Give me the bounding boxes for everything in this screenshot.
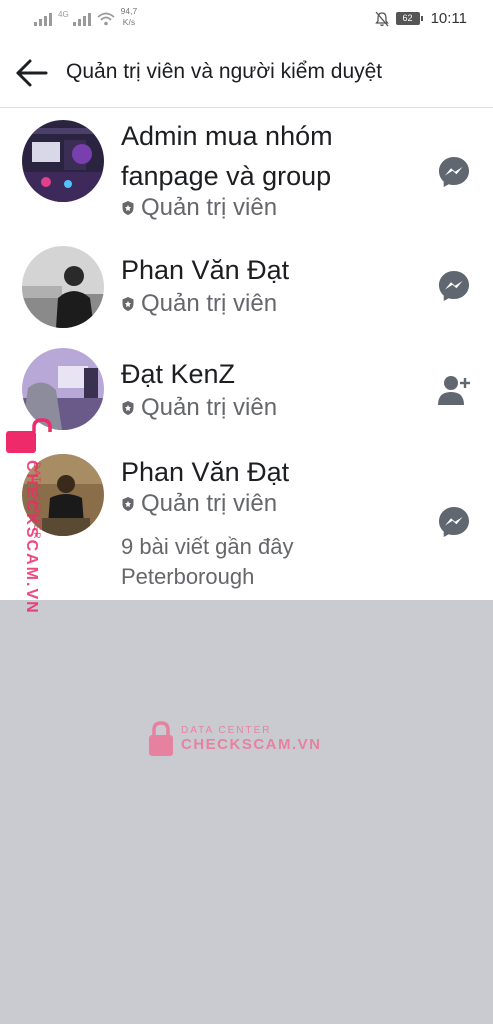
member-row[interactable]: Phan Văn Đạt Quản trị viên [0,232,493,332]
add-friend-icon [438,376,470,405]
messenger-button[interactable] [436,268,472,304]
member-row[interactable]: Admin mua nhóm fanpage và group Quản trị… [0,108,493,232]
side-watermark-small-text: DATA CENTER [32,462,42,541]
lock-icon [149,721,173,756]
mute-bell-icon [374,11,389,26]
member-row[interactable]: Đạt KenZ Quản trị viên [0,332,493,436]
signal-icon-2 [72,12,91,26]
watermark-big-text: CHECKSCAM.VN [181,736,322,753]
member-role: Quản trị viên [121,490,277,518]
signal-label: 4G [58,10,69,19]
member-row[interactable]: Phan Văn Đạt Quản trị viên 9 bài viết gầ… [0,436,493,600]
messenger-button[interactable] [436,504,472,540]
watermark: DATA CENTER CHECKSCAM.VN [147,720,322,758]
status-bar: 4G 94,7 K/s 62 10:11 [0,0,493,38]
avatar[interactable] [22,246,104,328]
page-title: Quản trị viên và người kiểm duyệt [66,60,383,83]
watermark-small-text: DATA CENTER [181,725,272,736]
member-recent-posts: 9 bài viết gần đây [121,534,294,559]
messenger-icon [439,271,469,301]
speed-value: 94,7 [120,6,138,16]
member-name[interactable]: Phan Văn Đạt [121,452,421,492]
wifi-icon [97,12,115,26]
shield-icon [122,201,134,215]
side-watermark: CHECKSCAM.VN DATA CENTER [4,418,52,628]
app-bar: Quản trị viên và người kiểm duyệt [0,38,493,108]
messenger-button[interactable] [436,154,472,190]
member-role-label: Quản trị viên [141,194,278,221]
shield-icon [122,401,134,415]
speed-unit: K/s [122,17,136,27]
member-role-label: Quản trị viên [141,394,278,421]
lock-icon [6,418,52,453]
signal-icon [34,12,52,26]
avatar[interactable] [22,120,104,202]
member-name[interactable]: Đạt KenZ [121,354,421,394]
member-name[interactable]: Admin mua nhóm fanpage và group [121,116,421,196]
member-role-label: Quản trị viên [141,490,278,517]
messenger-icon [439,157,469,187]
messenger-icon [439,507,469,537]
member-location: Peterborough [121,564,255,589]
battery-icon: 62 [395,12,423,25]
member-role: Quản trị viên [121,290,277,318]
back-arrow-icon[interactable] [14,58,48,88]
status-time: 10:11 [430,10,467,27]
dimmed-overlay[interactable] [0,600,493,1024]
shield-icon [122,497,134,511]
member-role: Quản trị viên [121,194,277,222]
member-role-label: Quản trị viên [141,290,278,317]
network-speed: 94,7 K/s [121,6,138,28]
member-name[interactable]: Phan Văn Đạt [121,250,421,290]
member-role: Quản trị viên [121,394,277,422]
shield-icon [122,297,134,311]
add-friend-button[interactable] [436,372,472,408]
